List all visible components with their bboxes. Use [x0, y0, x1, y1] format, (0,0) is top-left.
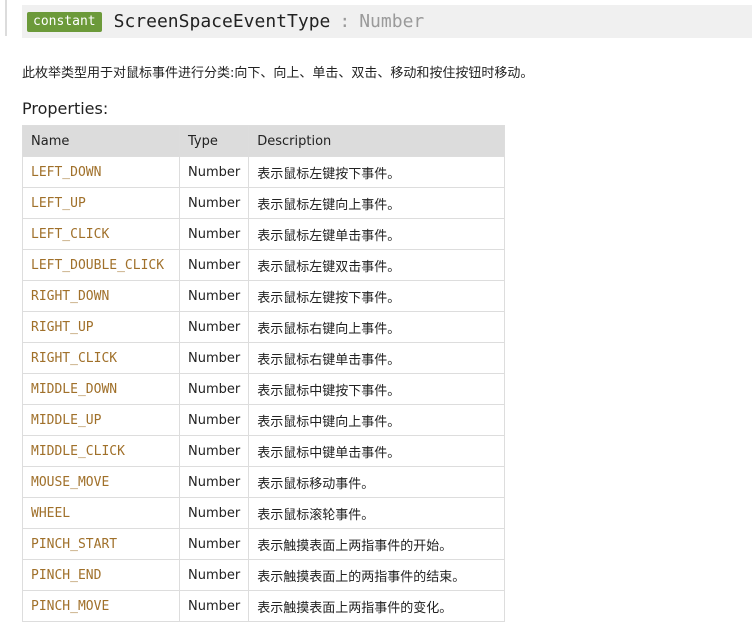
property-name: LEFT_UP [22, 187, 180, 219]
table-row: RIGHT_DOWN Number 表示鼠标左键按下事件。 [22, 280, 506, 312]
property-type: Number [178, 187, 250, 219]
table-row: RIGHT_UP Number 表示鼠标右键向上事件。 [22, 311, 506, 343]
constant-badge: constant [27, 11, 102, 32]
property-description: 表示鼠标中键按下事件。 [248, 373, 506, 405]
property-description: 表示鼠标左键按下事件。 [248, 156, 506, 188]
left-divider [5, 0, 7, 36]
property-name: LEFT_DOWN [22, 156, 180, 188]
member-description: 此枚举类型用于对鼠标事件进行分类:向下、向上、单击、双击、移动和按住按钮时移动。 [22, 66, 534, 81]
member-type: Number [359, 11, 425, 32]
property-name: MIDDLE_UP [22, 404, 180, 436]
property-name: LEFT_CLICK [22, 218, 180, 250]
table-row: WHEEL Number 表示鼠标滚轮事件。 [22, 497, 506, 529]
table-row: MIDDLE_UP Number 表示鼠标中键向上事件。 [22, 404, 506, 436]
table-row: LEFT_UP Number 表示鼠标左键向上事件。 [22, 187, 506, 219]
property-type: Number [178, 497, 250, 529]
property-name: PINCH_MOVE [22, 590, 180, 622]
member-name: ScreenSpaceEventType [113, 11, 331, 32]
table-row: MOUSE_MOVE Number 表示鼠标移动事件。 [22, 466, 506, 498]
table-row: RIGHT_CLICK Number 表示鼠标右键单击事件。 [22, 342, 506, 374]
property-type: Number [178, 156, 250, 188]
property-description: 表示鼠标滚轮事件。 [248, 497, 506, 529]
table-row: LEFT_DOUBLE_CLICK Number 表示鼠标左键双击事件。 [22, 249, 506, 281]
table-row: MIDDLE_CLICK Number 表示鼠标中键单击事件。 [22, 435, 506, 467]
type-separator: : [339, 11, 351, 32]
property-name: PINCH_END [22, 559, 180, 591]
property-name: MOUSE_MOVE [22, 466, 180, 498]
column-header-name: Name [22, 125, 180, 157]
property-type: Number [178, 373, 250, 405]
table-row: PINCH_END Number 表示触摸表面上的两指事件的结束。 [22, 559, 506, 591]
property-name: RIGHT_DOWN [22, 280, 180, 312]
property-description: 表示鼠标移动事件。 [248, 466, 506, 498]
table-row: LEFT_CLICK Number 表示鼠标左键单击事件。 [22, 218, 506, 250]
property-name: MIDDLE_CLICK [22, 435, 180, 467]
table-row: LEFT_DOWN Number 表示鼠标左键按下事件。 [22, 156, 506, 188]
column-header-description: Description [248, 125, 506, 157]
property-type: Number [178, 404, 250, 436]
table-header-row: Name Type Description [22, 125, 506, 157]
property-description: 表示鼠标中键向上事件。 [248, 404, 506, 436]
property-description: 表示鼠标中键单击事件。 [248, 435, 506, 467]
property-name: WHEEL [22, 497, 180, 529]
member-header: constant ScreenSpaceEventType : Number [22, 5, 752, 38]
property-description: 表示鼠标右键向上事件。 [248, 311, 506, 343]
property-type: Number [178, 435, 250, 467]
property-type: Number [178, 218, 250, 250]
property-name: MIDDLE_DOWN [22, 373, 180, 405]
property-type: Number [178, 590, 250, 622]
column-header-type: Type [178, 125, 250, 157]
property-type: Number [178, 342, 250, 374]
properties-table: Name Type Description LEFT_DOWN Number 表… [22, 125, 506, 622]
property-description: 表示鼠标左键向上事件。 [248, 187, 506, 219]
property-name: RIGHT_UP [22, 311, 180, 343]
property-type: Number [178, 528, 250, 560]
property-description: 表示鼠标左键双击事件。 [248, 249, 506, 281]
property-type: Number [178, 559, 250, 591]
table-row: PINCH_MOVE Number 表示触摸表面上两指事件的变化。 [22, 590, 506, 622]
property-type: Number [178, 311, 250, 343]
properties-heading: Properties: [22, 99, 109, 118]
property-description: 表示触摸表面上两指事件的开始。 [248, 528, 506, 560]
property-name: LEFT_DOUBLE_CLICK [22, 249, 180, 281]
property-type: Number [178, 466, 250, 498]
property-description: 表示触摸表面上两指事件的变化。 [248, 590, 506, 622]
table-row: MIDDLE_DOWN Number 表示鼠标中键按下事件。 [22, 373, 506, 405]
property-type: Number [178, 280, 250, 312]
property-name: PINCH_START [22, 528, 180, 560]
property-description: 表示鼠标左键按下事件。 [248, 280, 506, 312]
property-description: 表示鼠标左键单击事件。 [248, 218, 506, 250]
property-description: 表示触摸表面上的两指事件的结束。 [248, 559, 506, 591]
table-row: PINCH_START Number 表示触摸表面上两指事件的开始。 [22, 528, 506, 560]
property-type: Number [178, 249, 250, 281]
property-name: RIGHT_CLICK [22, 342, 180, 374]
property-description: 表示鼠标右键单击事件。 [248, 342, 506, 374]
